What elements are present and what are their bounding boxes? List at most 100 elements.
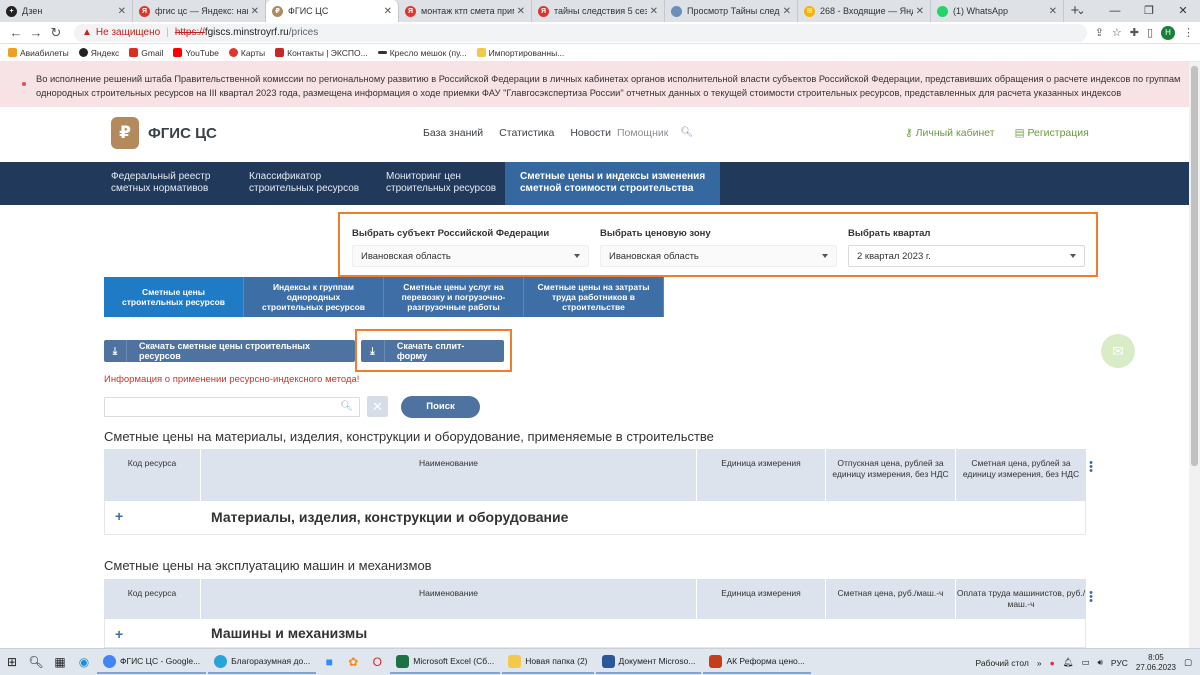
browser-tab-2[interactable]: ₽ ФГИС ЦС ✕ xyxy=(266,0,399,22)
close-tab-icon[interactable]: ✕ xyxy=(517,6,525,17)
menu-icon[interactable]: ⋮ xyxy=(1183,26,1194,39)
app-icon[interactable]: ✿ xyxy=(341,650,365,674)
zone-select[interactable]: Ивановская область xyxy=(600,245,837,267)
maximize-icon[interactable]: ❐ xyxy=(1132,0,1166,22)
expand-icon[interactable]: + xyxy=(115,508,123,524)
tab-resource-prices[interactable]: Сметные цены строительных ресурсов xyxy=(104,277,244,317)
col-unit[interactable]: Единица измерения xyxy=(696,449,825,501)
search-icon[interactable]: 🔍︎ xyxy=(340,401,353,412)
volume-icon[interactable]: 🔊︎ xyxy=(1098,657,1103,668)
nav-statistics[interactable]: Статистика xyxy=(499,127,554,139)
register-link[interactable]: ▤ Регистрация xyxy=(1015,127,1089,139)
tray-app-icon[interactable]: ● xyxy=(1050,658,1055,668)
bookmark-2[interactable]: Gmail xyxy=(129,48,163,58)
col-estimated-price[interactable]: Сметная цена, руб./маш.-ч xyxy=(825,579,955,619)
close-tab-icon[interactable]: ✕ xyxy=(251,6,259,17)
close-tab-icon[interactable]: ✕ xyxy=(783,6,791,17)
close-tab-icon[interactable]: ✕ xyxy=(118,6,126,17)
col-estimated-price[interactable]: Сметная цена, рублей за единицу измерени… xyxy=(955,449,1086,501)
browser-tab-4[interactable]: Ятайны следствия 5 сезон✕ xyxy=(532,0,665,22)
search-icon[interactable]: 🔍︎ xyxy=(24,650,48,674)
resource-index-info-link[interactable]: Информация о применении ресурсно-индексн… xyxy=(104,374,359,385)
nav-knowledge-base[interactable]: База знаний xyxy=(423,127,483,139)
url-field[interactable]: ▲ Не защищено | https:// fgiscs.minstroy… xyxy=(74,23,1087,42)
search-input[interactable] xyxy=(105,398,335,416)
col-resource-code[interactable]: Код ресурса xyxy=(104,579,200,619)
tab-indices[interactable]: Индексы к группам однородных строительных … xyxy=(244,277,384,317)
taskbar-app-excel[interactable]: Microsoft Excel (Сб... xyxy=(390,650,501,674)
browser-tab-0[interactable]: + Дзен ✕ xyxy=(0,0,133,22)
clear-search-button[interactable]: ✕ xyxy=(367,396,388,417)
col-unit[interactable]: Единица измерения xyxy=(696,579,825,619)
search-icon[interactable]: 🔍︎ xyxy=(680,127,693,139)
quarter-select[interactable]: 2 квартал 2023 г. xyxy=(848,245,1085,267)
zoom-icon[interactable]: ■ xyxy=(317,650,341,674)
bookmark-1[interactable]: Яндекс xyxy=(78,48,119,58)
col-name[interactable]: Наименование xyxy=(200,449,696,501)
bookmark-5[interactable]: Контакты | ЭКСПО... xyxy=(275,48,368,58)
col-operator-wage[interactable]: Оплата труда машинистов, руб./маш.-ч xyxy=(955,579,1086,619)
feedback-mail-button[interactable]: ✉ xyxy=(1101,334,1135,368)
tab-transport-prices[interactable]: Сметные цены услуг на перевозку и погрузо… xyxy=(384,277,524,317)
tab-labor-prices[interactable]: Сметные цены на затраты труда работников … xyxy=(524,277,664,317)
close-tab-icon[interactable]: ✕ xyxy=(1049,6,1057,17)
clock[interactable]: 8:05 27.06.2023 xyxy=(1136,653,1176,673)
edge-icon[interactable]: ◉ xyxy=(72,650,96,674)
column-menu-icon[interactable]: • • • xyxy=(1089,588,1093,607)
column-menu-icon[interactable]: • • • xyxy=(1089,458,1093,477)
site-logo[interactable]: ₽ ФГИС ЦС xyxy=(111,117,217,149)
browser-tab-3[interactable]: Ямонтаж ктп смета пример✕ xyxy=(399,0,532,22)
star-icon[interactable]: ☆ xyxy=(1112,26,1122,39)
close-tab-icon[interactable]: ✕ xyxy=(650,6,658,17)
col-resource-code[interactable]: Код ресурса xyxy=(104,449,200,501)
notifications-icon[interactable]: ▢ xyxy=(1184,657,1192,668)
browser-tab-5[interactable]: Просмотр Тайны следствия✕ xyxy=(665,0,798,22)
profile-avatar[interactable]: H xyxy=(1161,25,1175,40)
back-icon[interactable]: ← xyxy=(6,25,26,40)
network-icon[interactable]: ▭ xyxy=(1082,657,1090,668)
nav-price-monitoring[interactable]: Мониторинг цен строительных ресурсов xyxy=(386,171,496,195)
page-scrollbar[interactable] xyxy=(1189,62,1200,648)
nav-classifier[interactable]: Классификатор строительных ресурсов xyxy=(249,171,359,195)
desktop-toolbar[interactable]: Рабочий стол xyxy=(975,658,1028,668)
bookmark-4[interactable]: Карты xyxy=(228,48,265,58)
col-release-price[interactable]: Отпускная цена, рублей за единицу измере… xyxy=(825,449,955,501)
windows-start-icon[interactable]: ⊞ xyxy=(0,650,24,674)
browser-tab-6[interactable]: ✉ 268 - Входящие — Яндекс✕ xyxy=(798,0,931,22)
scrollbar-thumb[interactable] xyxy=(1191,66,1198,466)
browser-tab-7[interactable]: (1) WhatsApp ✕ xyxy=(931,0,1064,22)
taskbar-app-chrome[interactable]: ФГИС ЦС - Google... xyxy=(97,650,207,674)
close-window-icon[interactable]: ✕ xyxy=(1166,0,1200,22)
nav-helper[interactable]: Помощник xyxy=(617,127,668,139)
nav-estimated-prices[interactable]: Сметные цены и индексы изменения сметной … xyxy=(505,162,721,205)
taskbar-app-explorer[interactable]: Новая папка (2) xyxy=(502,650,594,674)
taskbar-app-word[interactable]: Документ Microso... xyxy=(595,650,702,674)
nav-federal-registry[interactable]: Федеральный реестр сметных нормативов xyxy=(111,171,210,195)
chevron-down-icon[interactable]: ⌄ xyxy=(1064,0,1098,22)
sidebar-icon[interactable]: ▯ xyxy=(1147,26,1153,39)
forward-icon[interactable]: → xyxy=(26,25,46,40)
close-tab-icon[interactable]: ✕ xyxy=(384,6,392,17)
nav-news[interactable]: Новости xyxy=(570,127,611,139)
tray-bell-icon[interactable]: 🔔︎ xyxy=(1063,657,1074,668)
search-button[interactable]: Поиск xyxy=(401,396,480,418)
browser-tab-1[interactable]: Яфгис цс — Яндекс: нашлось✕ xyxy=(133,0,266,22)
share-icon[interactable]: ⇪ xyxy=(1095,26,1104,39)
taskbar-app-telegram[interactable]: Благоразумная до... xyxy=(208,650,317,674)
chevron-up-icon[interactable]: » xyxy=(1037,658,1042,668)
minimize-icon[interactable]: — xyxy=(1098,0,1132,22)
bookmark-0[interactable]: Авиабилеты xyxy=(8,48,69,58)
extensions-icon[interactable]: ✚ xyxy=(1130,26,1139,39)
reload-icon[interactable]: ↻ xyxy=(46,25,66,41)
bookmark-3[interactable]: YouTube xyxy=(173,48,219,58)
personal-cabinet-link[interactable]: ⚷ Личный кабинет xyxy=(905,127,995,139)
language-indicator[interactable]: РУС xyxy=(1111,658,1128,668)
subject-select[interactable]: Ивановская область xyxy=(352,245,589,267)
download-prices-button[interactable]: ⤓ Скачать сметные цены строительных ресу… xyxy=(104,340,355,362)
download-split-form-button[interactable]: ⤓ Скачать сплит-форму xyxy=(361,340,504,362)
opera-icon[interactable]: O xyxy=(365,650,389,674)
col-name[interactable]: Наименование xyxy=(200,579,696,619)
bookmark-7[interactable]: Импортированны... xyxy=(476,48,564,58)
task-view-icon[interactable]: ▦ xyxy=(48,650,72,674)
taskbar-app-powerpoint[interactable]: АК Реформа цено... xyxy=(703,650,811,674)
